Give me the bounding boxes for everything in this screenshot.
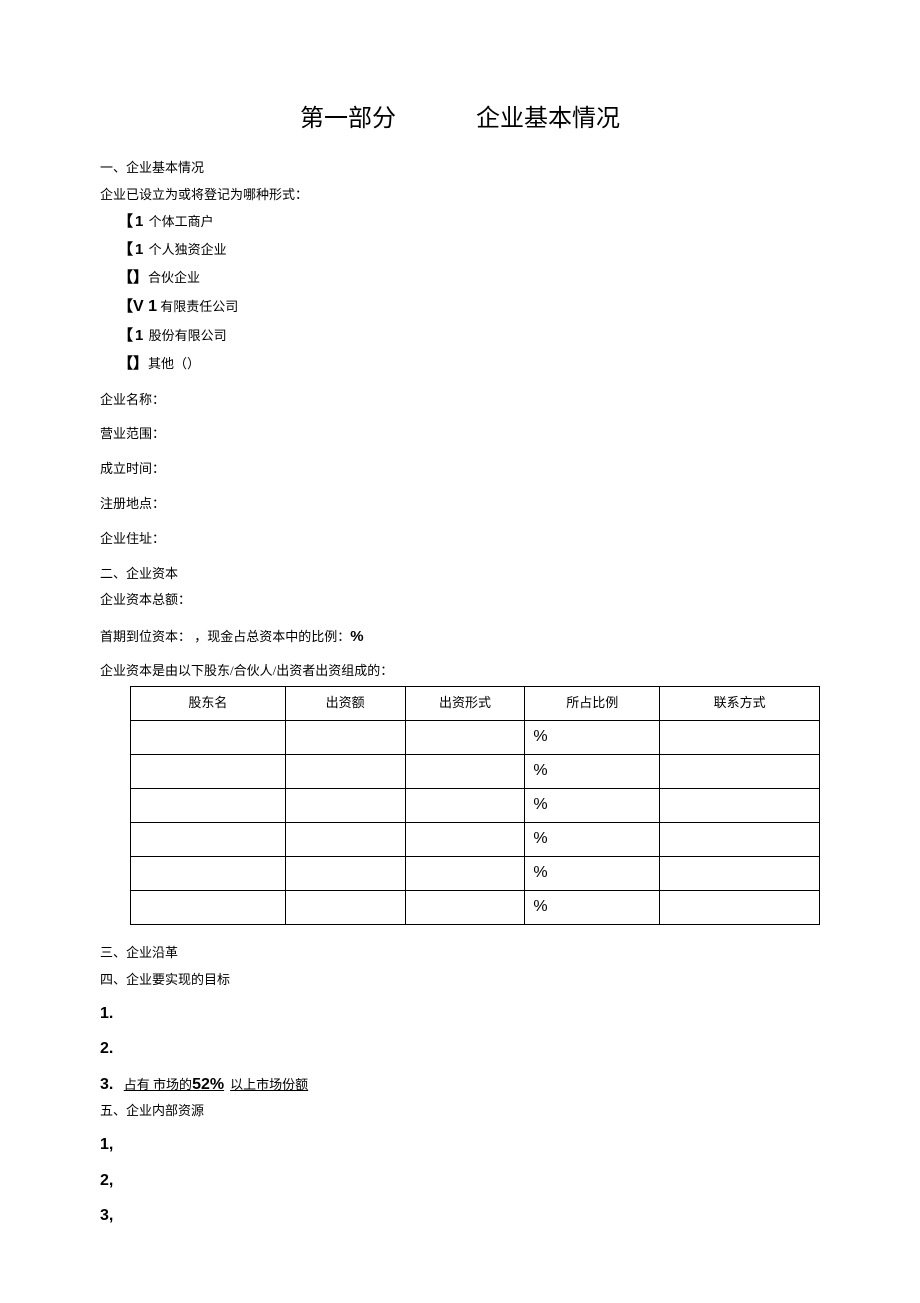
table-row: % xyxy=(131,890,820,924)
form-type-intro: 企业已设立为或将登记为哪种形式： xyxy=(100,185,820,206)
section5-heading: 五、企业内部资源 xyxy=(100,1101,820,1122)
option-jsc: 【1 股份有限公司 xyxy=(118,324,820,348)
resource-item-1: 1, xyxy=(100,1132,820,1158)
col-ratio: 所占比例 xyxy=(525,686,660,720)
setup-time-field: 成立时间： xyxy=(100,459,820,480)
table-row: % xyxy=(131,788,820,822)
resource-item-3: 3, xyxy=(100,1203,820,1229)
company-name-field: 企业名称： xyxy=(100,390,820,411)
percent-symbol: % xyxy=(350,628,363,645)
company-address-field: 企业住址： xyxy=(100,529,820,550)
option-llc: 【V 1 有限责任公司 xyxy=(118,294,820,320)
resource-item-2: 2, xyxy=(100,1168,820,1194)
business-scope-field: 营业范围： xyxy=(100,424,820,445)
option-sole-prop: 【1 个人独资企业 xyxy=(118,238,820,262)
shareholder-table-intro: 企业资本是由以下股东/合伙人/出资者出资组成的： xyxy=(100,661,820,682)
col-form: 出资形式 xyxy=(405,686,525,720)
col-contact: 联系方式 xyxy=(660,686,820,720)
section4-heading: 四、企业要实现的目标 xyxy=(100,970,820,991)
section3-heading: 三、企业沿革 xyxy=(100,943,820,964)
section1-heading: 一、企业基本情况 xyxy=(100,158,820,179)
table-header-row: 股东名 出资额 出资形式 所占比例 联系方式 xyxy=(131,686,820,720)
table-row: % xyxy=(131,754,820,788)
initial-capital-text: 首期到位资本： ，现金占总资本中的比例： xyxy=(100,629,350,644)
goal-item-3: 3. 占有 市场的52%以上市场份额 xyxy=(100,1072,820,1098)
capital-total-field: 企业资本总额： xyxy=(100,590,820,611)
option-partnership: 【】合伙企业 xyxy=(118,266,820,290)
title-name: 企业基本情况 xyxy=(476,100,620,138)
option-other: 【】其他（） xyxy=(118,352,820,376)
title-part: 第一部分 xyxy=(300,100,396,138)
registration-place-field: 注册地点： xyxy=(100,494,820,515)
table-row: % xyxy=(131,856,820,890)
initial-capital-line: 首期到位资本： ，现金占总资本中的比例：% xyxy=(100,625,820,649)
section2-heading: 二、企业资本 xyxy=(100,564,820,585)
goal-item-2: 2. xyxy=(100,1036,820,1062)
table-row: % xyxy=(131,720,820,754)
table-row: % xyxy=(131,822,820,856)
col-amount: 出资额 xyxy=(285,686,405,720)
document-title: 第一部分 企业基本情况 xyxy=(100,100,820,138)
goal-item-1: 1. xyxy=(100,1001,820,1027)
option-individual: 【1 个体工商户 xyxy=(118,210,820,234)
shareholder-table: 股东名 出资额 出资形式 所占比例 联系方式 % % % % % % xyxy=(130,686,820,925)
business-form-options: 【1 个体工商户 【1 个人独资企业 【】合伙企业 【V 1 有限责任公司 【1… xyxy=(118,210,820,376)
col-shareholder: 股东名 xyxy=(131,686,286,720)
